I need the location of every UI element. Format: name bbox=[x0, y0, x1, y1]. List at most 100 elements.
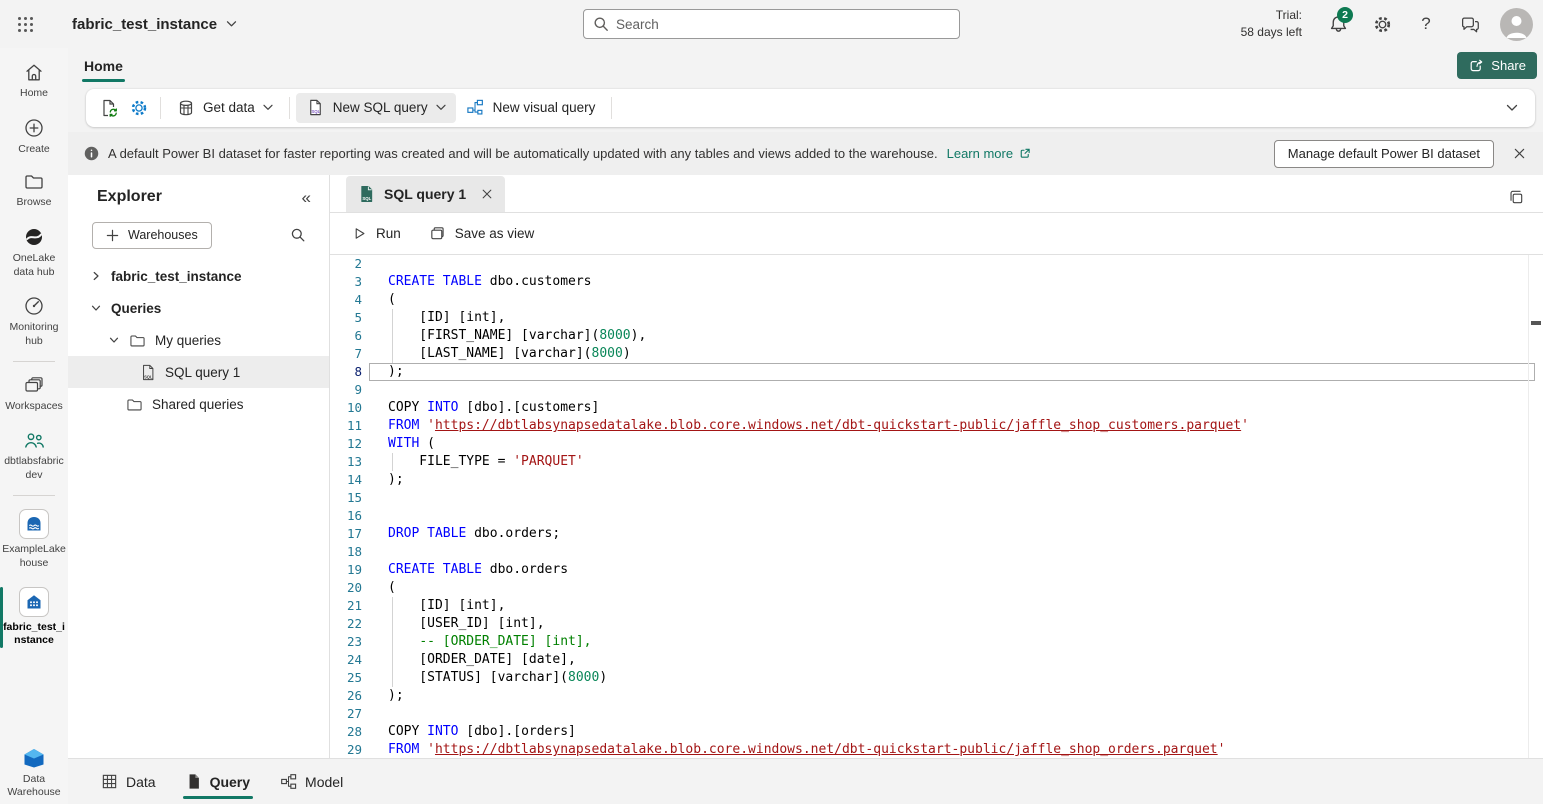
tree-item-sql-query-1[interactable]: SQL SQL query 1 bbox=[68, 356, 329, 388]
code-line[interactable]: 21 [ID] [int], bbox=[330, 597, 1535, 615]
code-line-content[interactable] bbox=[369, 507, 1535, 525]
save-as-view-button[interactable]: Save as view bbox=[420, 219, 544, 249]
run-button[interactable]: Run bbox=[343, 219, 410, 249]
code-line[interactable]: 25 [STATUS] [varchar](8000) bbox=[330, 669, 1535, 687]
new-sql-query-button[interactable]: SQL New SQL query bbox=[296, 93, 456, 123]
code-line[interactable]: 28COPY INTO [dbo].[orders] bbox=[330, 723, 1535, 741]
code-line-content[interactable]: [STATUS] [varchar](8000) bbox=[369, 669, 1535, 687]
code-line[interactable]: 11FROM 'https://dbtlabsynapsedatalake.bl… bbox=[330, 417, 1535, 435]
code-line[interactable]: 4( bbox=[330, 291, 1535, 309]
manage-default-dataset-button[interactable]: Manage default Power BI dataset bbox=[1274, 140, 1494, 168]
code-line-content[interactable]: [USER_ID] [int], bbox=[369, 615, 1535, 633]
code-line[interactable]: 19CREATE TABLE dbo.orders bbox=[330, 561, 1535, 579]
code-line-content[interactable]: ); bbox=[369, 471, 1535, 489]
learn-more-link[interactable]: Learn more bbox=[947, 146, 1031, 161]
sql-editor[interactable]: 23CREATE TABLE dbo.customers4(5 [ID] [in… bbox=[330, 255, 1543, 758]
explorer-collapse-button[interactable]: « bbox=[302, 189, 311, 206]
code-line[interactable]: 16 bbox=[330, 507, 1535, 525]
code-line[interactable]: 27 bbox=[330, 705, 1535, 723]
code-line-content[interactable]: ( bbox=[369, 291, 1535, 309]
copy-button[interactable] bbox=[1503, 184, 1529, 210]
tree-item-shared-queries[interactable]: Shared queries bbox=[68, 388, 329, 420]
code-line-content[interactable]: [ID] [int], bbox=[369, 309, 1535, 327]
code-line[interactable]: 5 [ID] [int], bbox=[330, 309, 1535, 327]
share-button[interactable]: Share bbox=[1457, 52, 1537, 79]
rail-item-monitoring-hub[interactable]: Monitoring hub bbox=[0, 287, 68, 356]
code-line[interactable]: 9 bbox=[330, 381, 1535, 399]
code-line[interactable]: 14); bbox=[330, 471, 1535, 489]
settings-button[interactable] bbox=[1360, 2, 1404, 46]
explorer-search-button[interactable] bbox=[283, 220, 313, 250]
tab-home[interactable]: Home bbox=[82, 48, 125, 83]
global-search[interactable] bbox=[583, 9, 960, 39]
code-line[interactable]: 18 bbox=[330, 543, 1535, 561]
tab-query[interactable]: Query bbox=[183, 759, 253, 804]
help-button[interactable]: ? bbox=[1404, 2, 1448, 46]
code-line-content[interactable]: [LAST_NAME] [varchar](8000) bbox=[369, 345, 1535, 363]
code-line-content[interactable]: [ORDER_DATE] [date], bbox=[369, 651, 1535, 669]
rail-item-examplelakehouse[interactable]: ExampleLakehouse bbox=[0, 501, 68, 578]
code-line[interactable]: 12WITH ( bbox=[330, 435, 1535, 453]
code-line-content[interactable] bbox=[369, 543, 1535, 561]
code-line-content[interactable]: FILE_TYPE = 'PARQUET' bbox=[369, 453, 1535, 471]
code-line-content[interactable]: FROM 'https://dbtlabsynapsedatalake.blob… bbox=[369, 417, 1535, 435]
code-line-content[interactable]: CREATE TABLE dbo.orders bbox=[369, 561, 1535, 579]
code-line[interactable]: 6 [FIRST_NAME] [varchar](8000), bbox=[330, 327, 1535, 345]
get-data-button[interactable]: Get data bbox=[167, 93, 283, 123]
code-line[interactable]: 8); bbox=[330, 363, 1535, 381]
code-line-content[interactable]: CREATE TABLE dbo.customers bbox=[369, 273, 1535, 291]
code-line[interactable]: 13 FILE_TYPE = 'PARQUET' bbox=[330, 453, 1535, 471]
editor-scrollbar[interactable] bbox=[1528, 255, 1543, 758]
rail-item-onelake-data-hub[interactable]: OneLake data hub bbox=[0, 218, 68, 287]
code-line-content[interactable] bbox=[369, 489, 1535, 507]
code-lines[interactable]: 23CREATE TABLE dbo.customers4(5 [ID] [in… bbox=[330, 255, 1535, 758]
code-line-content[interactable] bbox=[369, 381, 1535, 399]
tab-model[interactable]: Model bbox=[277, 759, 346, 804]
search-input[interactable] bbox=[616, 17, 950, 32]
tab-close-button[interactable] bbox=[475, 182, 499, 206]
code-line-content[interactable]: WITH ( bbox=[369, 435, 1535, 453]
code-line-content[interactable]: COPY INTO [dbo].[orders] bbox=[369, 723, 1535, 741]
add-warehouses-button[interactable]: Warehouses bbox=[92, 222, 212, 249]
code-line-content[interactable]: COPY INTO [dbo].[customers] bbox=[369, 399, 1535, 417]
code-line[interactable]: 15 bbox=[330, 489, 1535, 507]
code-line[interactable]: 24 [ORDER_DATE] [date], bbox=[330, 651, 1535, 669]
code-line[interactable]: 29FROM 'https://dbtlabsynapsedatalake.bl… bbox=[330, 741, 1535, 758]
feedback-button[interactable] bbox=[1448, 2, 1492, 46]
notifications-button[interactable]: 2 bbox=[1316, 2, 1360, 46]
rail-item-home[interactable]: Home bbox=[0, 54, 68, 109]
code-line-content[interactable]: ); bbox=[369, 687, 1535, 705]
code-line[interactable]: 2 bbox=[330, 255, 1535, 273]
toolbar-collapse-button[interactable] bbox=[1497, 93, 1527, 123]
code-line-content[interactable]: FROM 'https://dbtlabsynapsedatalake.blob… bbox=[369, 741, 1535, 758]
tab-data[interactable]: Data bbox=[98, 759, 159, 804]
code-line-content[interactable] bbox=[369, 255, 1535, 273]
tree-item-my-queries[interactable]: My queries bbox=[68, 324, 329, 356]
code-line-content[interactable]: [ID] [int], bbox=[369, 597, 1535, 615]
rail-item-workspaces[interactable]: Workspaces bbox=[0, 367, 68, 422]
rail-item-create[interactable]: Create bbox=[0, 109, 68, 165]
refresh-document-button[interactable] bbox=[94, 93, 124, 123]
settings-button-toolbar[interactable] bbox=[124, 93, 154, 123]
tab-sql-query-1[interactable]: SQL SQL query 1 bbox=[346, 176, 505, 212]
tree-item-queries[interactable]: Queries bbox=[68, 292, 329, 324]
rail-item-data-warehouse[interactable]: Data Warehouse bbox=[0, 738, 68, 804]
code-line[interactable]: 10COPY INTO [dbo].[customers] bbox=[330, 399, 1535, 417]
banner-close-button[interactable] bbox=[1503, 138, 1535, 170]
code-line-content[interactable]: DROP TABLE dbo.orders; bbox=[369, 525, 1535, 543]
code-line[interactable]: 17DROP TABLE dbo.orders; bbox=[330, 525, 1535, 543]
code-line[interactable]: 20( bbox=[330, 579, 1535, 597]
rail-item-fabric-test-instance[interactable]: fabric_test_instance bbox=[0, 579, 68, 656]
code-line[interactable]: 23 -- [ORDER_DATE] [int], bbox=[330, 633, 1535, 651]
code-line-content[interactable]: ); bbox=[369, 363, 1535, 381]
rail-item-browse[interactable]: Browse bbox=[0, 164, 68, 218]
code-line[interactable]: 26); bbox=[330, 687, 1535, 705]
code-line-content[interactable]: [FIRST_NAME] [varchar](8000), bbox=[369, 327, 1535, 345]
waffle-menu-icon[interactable] bbox=[0, 0, 50, 48]
tree-item-fabric-test-instance[interactable]: fabric_test_instance bbox=[68, 260, 329, 292]
code-line[interactable]: 7 [LAST_NAME] [varchar](8000) bbox=[330, 345, 1535, 363]
rail-item-dbtlabsfabricdev[interactable]: dbtlabsfabricdev bbox=[0, 422, 68, 490]
new-visual-query-button[interactable]: New visual query bbox=[456, 93, 606, 123]
workspace-switcher[interactable]: fabric_test_instance bbox=[72, 16, 237, 33]
code-line[interactable]: 22 [USER_ID] [int], bbox=[330, 615, 1535, 633]
